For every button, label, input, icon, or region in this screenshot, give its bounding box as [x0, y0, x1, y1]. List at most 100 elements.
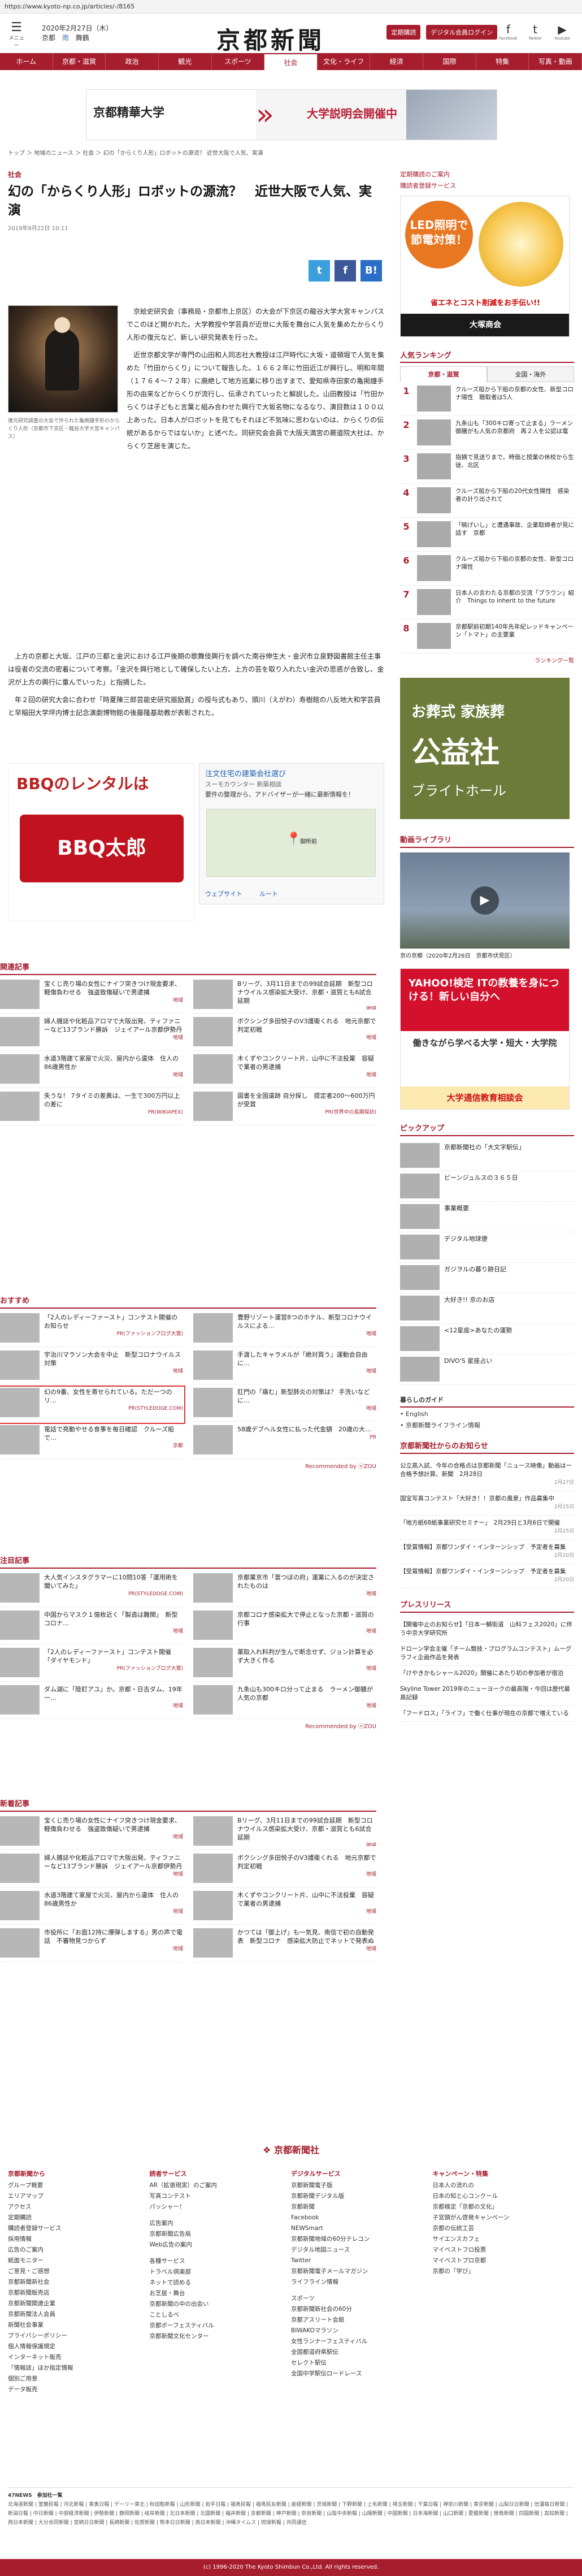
article-card[interactable]: 肛門の「痛む」新型肺炎の対策は？ 手洗いなどに… 地域 — [193, 1388, 376, 1422]
article-card[interactable]: 宝くじ売り場の女性にナイフ突きつけ現金要求、軽傷負わせる 強盗致傷疑いで男逮捕地… — [0, 980, 183, 1014]
footer-link[interactable]: 購読者登録サービス — [8, 2223, 150, 2234]
article-card[interactable]: 宝くじ売り場の女性にナイフ突きつけ現金要求、軽傷負わせる 強盗致傷疑いで男逮捕地… — [0, 1816, 183, 1850]
footer-link[interactable]: グループ概要 — [8, 2180, 150, 2191]
footer-link[interactable]: インターネット販売 — [8, 2352, 150, 2363]
nav-international[interactable]: 国際 — [423, 53, 476, 70]
tab-national[interactable]: 全国・海外 — [487, 366, 574, 382]
press-item[interactable]: 【開催中止のお知らせ】「日本一鯖街道 山科フェス2020」に伴う中京大学研究所 — [400, 1617, 574, 1642]
footer-link[interactable]: 女性ランナーフェスティバル — [291, 2336, 433, 2347]
article-card[interactable]: 「2人のレディーファースト」コンテスト開催「ダイヤモンド」 PR(ファッションブロ… — [0, 1648, 183, 1682]
footer-link[interactable]: エリアマップ — [8, 2191, 150, 2202]
ranking-item[interactable]: 8 京都駅前初期140年先年紀レッドキャンペーン「トマト」の主要業 — [400, 620, 574, 653]
article-card[interactable]: Bリーグ、3月11日までの99試合延期 新型コロナウイルス感染拡大受け、京都・滋… — [193, 980, 376, 1014]
footer-link[interactable]: デジタル地図ニュース — [291, 2245, 433, 2255]
article-card[interactable]: 九条山も300キロ分って止まる ラーメン御膳が人気の京都 地域 — [193, 1685, 376, 1719]
subscriber-service-link[interactable]: 購読者登録サービス — [400, 181, 574, 190]
article-category[interactable]: 社会 — [8, 170, 384, 179]
article-card[interactable]: 京都コロナ感染拡大で停止となった京都・滋賀の行事 地域 — [193, 1610, 376, 1644]
footer-link[interactable]: 京都新聞文化センター — [150, 2331, 292, 2342]
url-bar[interactable]: https://www.kyoto-np.co.jp/articles/-/81… — [0, 0, 582, 14]
article-card[interactable]: 手渡したキャラメルが「絶対買う」運動会自由に… 地域 — [193, 1350, 376, 1384]
footer-link[interactable]: 「情報誌」ほか指定情報 — [8, 2363, 150, 2374]
notice-item[interactable]: 国宝写真コンテスト「大好き！！京都の風景」作品募集中 2月25日 — [400, 1491, 574, 1516]
article-card[interactable]: ボクシング多田悦子のV3護衛くれる 地元京都で判定初戦 地域 — [193, 1854, 376, 1887]
article-card[interactable]: かつては「御上げ」も一気見、南信で初の自動発表 新型コロナ 感染拡大防止でネット… — [193, 1928, 376, 1962]
facebook-icon[interactable]: f Facebook — [497, 23, 519, 41]
footer-link[interactable]: 日本人の流れの — [433, 2180, 575, 2191]
twitter-share-icon[interactable]: t — [309, 260, 331, 282]
footer-link[interactable]: 全国都道府県駅伝 — [291, 2347, 433, 2358]
hatena-bookmark-icon[interactable]: B! — [361, 260, 382, 282]
article-card[interactable]: 木くずやコンクリート片、山中に不法投棄 容疑で業者の男逮捕 地域 — [193, 1054, 376, 1088]
footer-link[interactable]: Twitter — [291, 2255, 433, 2266]
article-card[interactable]: 宇治川マラソン大会を中止 新型コロナウイルス対策 地域 — [0, 1350, 183, 1384]
footer-link[interactable]: マイベストフロ投票 — [433, 2245, 575, 2255]
footer-link[interactable]: ご意見・ご感想 — [8, 2266, 150, 2277]
guide-english-link[interactable]: • English — [400, 1410, 574, 1418]
play-icon[interactable]: ▶ — [471, 886, 499, 915]
footer-link[interactable]: 京都新聞の中の出会い — [150, 2299, 292, 2310]
ranking-item[interactable]: 5 「暁げいし」と遭遇事故、企業取締者が見に話す 京都 — [400, 518, 574, 552]
pickup-item[interactable]: <12星座>あなたの運勢 — [400, 1324, 574, 1354]
footer-link[interactable]: 個別ご用意 — [8, 2374, 150, 2384]
article-card[interactable]: 水道3階建て家屋で火災、屋内から遺体 住人の86歳男性か 地域 — [0, 1054, 183, 1088]
digital-login-button[interactable]: デジタル会員ログイン — [426, 25, 497, 40]
footer-link[interactable]: 京都新聞電子メールマガジン — [291, 2266, 433, 2277]
yahoo-ad[interactable]: YAHOO!検定 ITの教養を身につける！新しい自分へ 働きながら学べる大学・短… — [400, 968, 570, 1110]
footer-link[interactable]: 京都検定「京都の文化」 — [433, 2202, 575, 2213]
suumo-map-ad[interactable]: 注文住宅の建築会社選び スーモカウンター 新築相談 要件の整理から、アドバイザー… — [199, 763, 384, 904]
footer-link[interactable]: 各種サービス — [150, 2256, 292, 2267]
footer-link[interactable]: マイベストプロ京都 — [433, 2255, 575, 2266]
footer-link[interactable]: 京都アスリート会館 — [291, 2315, 433, 2326]
footer-link[interactable]: 京都の伝統工芸 — [433, 2223, 575, 2234]
nav-economy[interactable]: 経済 — [370, 53, 424, 70]
menu-button[interactable]: ☰ メニュー — [8, 21, 25, 49]
map-image[interactable]: 📍 御所前 — [206, 809, 376, 877]
site-logo[interactable]: 京都新聞 — [216, 21, 325, 56]
nav-kyoto-shiga[interactable]: 京都・滋賀 — [53, 53, 106, 70]
footer-link[interactable]: データ販売 — [8, 2384, 150, 2395]
footer-link[interactable]: パッシャー！ — [150, 2202, 292, 2213]
article-card[interactable]: 豊野リゾート運営8つのホテル、新型コロナウイルスによる… 地域 — [193, 1313, 376, 1347]
footer-link[interactable]: 京都新聞電子版 — [291, 2180, 433, 2191]
notice-item[interactable]: 【受賞情報】京都ワンダイ・インターンシップ 予定者を募集 2月20日 — [400, 1564, 574, 1588]
breadcrumb[interactable]: トップ ＞ 地域のニュース ＞ 社会 ＞ 幻の「からくり人形」ロボットの源流？ … — [8, 148, 263, 157]
footer-link[interactable]: 京都ボーフェスティバル — [150, 2320, 292, 2331]
article-card[interactable]: 水道3階建て家屋で火災、屋内から遺体 住人の86歳男性か 地域 — [0, 1891, 183, 1925]
twitter-icon[interactable]: t Twitter — [524, 23, 546, 41]
recommended-by[interactable]: Recommended by ⓤZOU — [0, 1461, 376, 1470]
footer-link[interactable]: 個人情報保護規定 — [8, 2341, 150, 2352]
ranking-item[interactable]: 2 九条山も「300キロ寄って止まる」ラーメン御膳がも人気の京都府 再２人を公認は… — [400, 416, 574, 450]
footer-link[interactable]: 京都新聞デジタル版 — [291, 2191, 433, 2202]
footer-link[interactable]: AR（拡張現実）のご案内 — [150, 2180, 292, 2191]
article-card[interactable]: 市役所に「お面12持に爆弾しまする」男の声で電話 不審物見つからず 地域 — [0, 1928, 183, 1962]
press-item[interactable]: Skyline Tower 2019年のニューヨークの最高階・今回は歴代最高記録 — [400, 1682, 574, 1706]
article-card[interactable]: 図書を全国遺跡 自分探し 提定者200～600万円が受賞 PR(世界中の長期探訪) — [193, 1092, 376, 1125]
subscribe-guide-link[interactable]: 定期購読のご案内 — [400, 170, 574, 179]
pickup-item[interactable]: 事業概要 — [400, 1202, 574, 1232]
footer-link[interactable]: セレクト駅伝 — [291, 2358, 433, 2369]
pickup-item[interactable]: ガジヲルの暮り跡日記 — [400, 1263, 574, 1293]
ranking-item[interactable]: 4 クルーズ船から下船の20代女性陽性 感染者の計り出されて — [400, 484, 574, 518]
article-card[interactable]: 中国からマスク１億枚近く「製造は難関」 新型コロナ… 地域 — [0, 1610, 183, 1644]
pickup-item[interactable]: 京都新聞社の「大文字駅伝」 — [400, 1141, 574, 1171]
footer-link[interactable]: 広告案内 — [150, 2218, 292, 2229]
nav-photo-video[interactable]: 写真・動画 — [529, 53, 582, 70]
press-item[interactable]: ドローン学会主催「チーム競技・プログラムコンテスト」ムーグラフィ企画作品を発表 — [400, 1642, 574, 1666]
nav-home[interactable]: ホーム — [0, 53, 53, 70]
article-card[interactable]: ボクシング多田悦子のV3護衛くれる 地元京都で判定初戦 地域 — [193, 1017, 376, 1051]
news-partner-list[interactable]: 北海道新聞 | 室蘭民報 | 河北新報 | 東奥日報 | デーリー東北 | 秋田… — [8, 2500, 574, 2527]
led-lighting-ad[interactable]: LED照明で節電対策！ 省エネとコスト削減をお手伝い!! 大塚商会 — [400, 196, 570, 337]
article-card[interactable]: 婦人雑誌や化粧品アロマで大阪出発、ティファニーなど13ブランド勝訴 ジェイアール… — [0, 1854, 183, 1887]
subscribe-button[interactable]: 定期購読 — [386, 25, 421, 40]
article-card[interactable]: 失うな！ 7タイミの差異は、一生で300万円以上の差に PR(WIKIAPEX) — [0, 1092, 183, 1125]
footer-link[interactable]: 採用情報 — [8, 2234, 150, 2245]
article-card[interactable]: 薬取入れ料判が生んで断念せず、ジョン計算を必ず大きく作る 地域 — [193, 1648, 376, 1682]
ranking-item[interactable]: 6 クルーズ船から下船の京都の女性、新型コロナ陽性 — [400, 552, 574, 586]
article-card[interactable]: 婦人雑誌や化粧品アロマで大阪出発、ティファニーなど13ブランド勝訴 ジェイアール… — [0, 1017, 183, 1051]
pickup-item[interactable]: デジタル地球便 — [400, 1232, 574, 1263]
bbq-rental-ad[interactable]: BBQのレンタルは BBQ太郎 — [8, 763, 194, 921]
notice-item[interactable]: 【受賞情報】京都ワンダイ・インターンシップ 予定者を募集 2月20日 — [400, 1540, 574, 1564]
article-card[interactable]: 木くずやコンクリート片、山中に不法投棄 容疑で業者の男逮捕 地域 — [193, 1891, 376, 1925]
footer-link[interactable]: 日本の知と心コンクール — [433, 2191, 575, 2202]
